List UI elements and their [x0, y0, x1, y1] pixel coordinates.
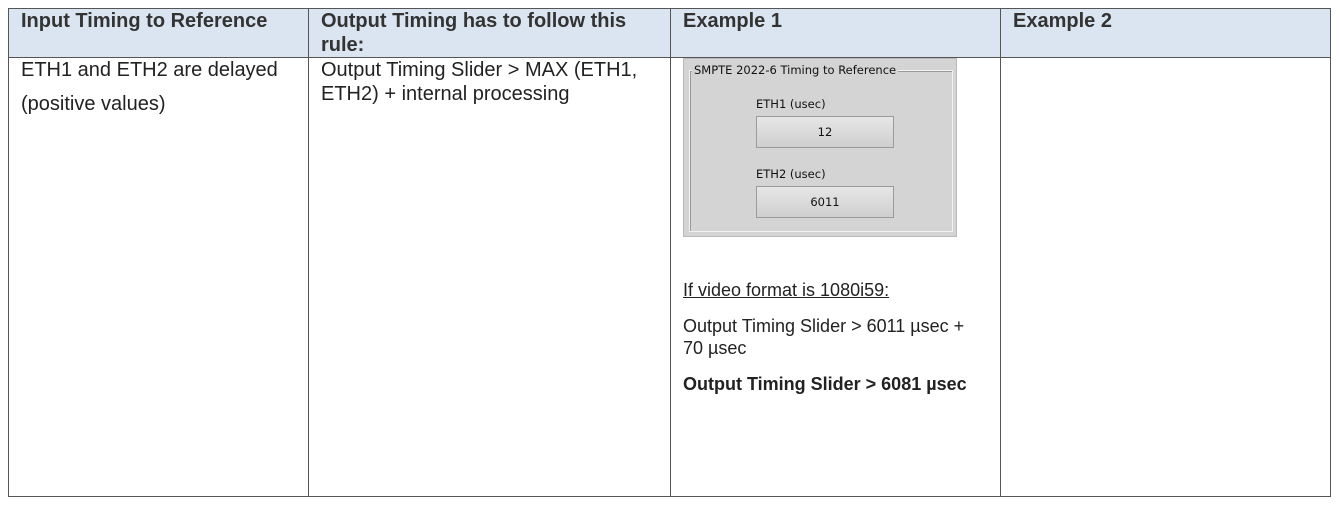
groupbox-title: SMPTE 2022-6 Timing to Reference [692, 63, 899, 77]
eth1-value-field: 12 [756, 116, 894, 148]
cell-example-1: SMPTE 2022-6 Timing to Reference ETH1 (u… [670, 57, 1001, 497]
table-row: ETH1 and ETH2 are delayed (positive valu… [8, 57, 1331, 497]
example-calculation: Output Timing Slider > 6011 µsec + 70 µs… [683, 316, 965, 358]
cell-output-rule: Output Timing Slider > MAX (ETH1, ETH2) … [308, 57, 671, 497]
output-rule-text: Output Timing Slider > MAX (ETH1, ETH2) … [321, 59, 638, 105]
header-output-rule: Output Timing has to follow this rule: [308, 8, 671, 58]
header-row: Input Timing to Reference Output Timing … [8, 8, 1331, 58]
eth2-label: ETH2 (usec) [756, 167, 826, 181]
example-result: Output Timing Slider > 6081 µsec [683, 374, 967, 394]
timing-rules-table: Input Timing to Reference Output Timing … [8, 8, 1331, 497]
header-example-1: Example 1 [670, 8, 1001, 58]
eth2-value-field: 6011 [756, 186, 894, 218]
cell-input-timing: ETH1 and ETH2 are delayed (positive valu… [8, 57, 309, 497]
cell-example-2 [1000, 57, 1331, 497]
input-timing-text: ETH1 and ETH2 are delayed [21, 59, 278, 81]
example-condition: If video format is 1080i59: [683, 280, 890, 300]
eth1-label: ETH1 (usec) [756, 97, 826, 111]
input-timing-note: (positive values) [21, 93, 166, 115]
header-example-2: Example 2 [1000, 8, 1331, 58]
timing-panel-screenshot: SMPTE 2022-6 Timing to Reference ETH1 (u… [683, 58, 957, 237]
header-input-timing: Input Timing to Reference [8, 8, 309, 58]
